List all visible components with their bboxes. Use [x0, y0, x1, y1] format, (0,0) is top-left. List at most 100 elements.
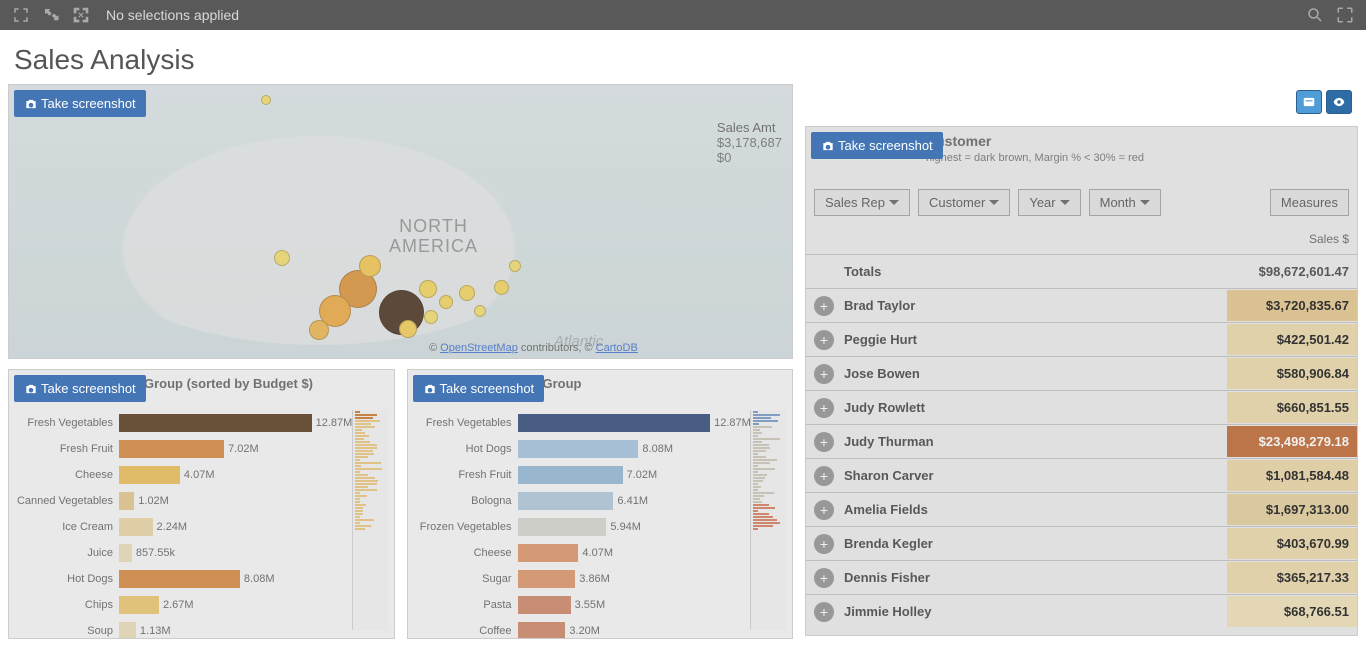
row-name: Brenda Kegler: [844, 536, 1227, 551]
bar-label: Fresh Vegetables: [15, 417, 119, 429]
expand-icon[interactable]: +: [814, 330, 834, 350]
cartodb-link[interactable]: CartoDB: [596, 342, 638, 354]
bar-label: Fresh Vegetables: [414, 417, 518, 429]
chart-minimap-2[interactable]: [750, 410, 786, 630]
bar-row[interactable]: Hot Dogs8.08M: [414, 436, 743, 462]
totals-label: Totals: [844, 264, 1219, 279]
expand-icon[interactable]: +: [814, 296, 834, 316]
bar: 7.02M: [119, 440, 224, 458]
row-name: Jimmie Holley: [844, 604, 1227, 619]
expand-icon[interactable]: +: [814, 602, 834, 622]
row-name: Sharon Carver: [844, 468, 1227, 483]
bar: 3.55M: [518, 596, 571, 614]
bar-value: 4.07M: [582, 544, 613, 562]
row-value: $1,697,313.00: [1227, 494, 1357, 525]
row-value: $1,081,584.48: [1227, 460, 1357, 491]
bar-row[interactable]: Sugar3.86M: [414, 566, 743, 592]
expand-icon[interactable]: +: [814, 500, 834, 520]
table-row[interactable]: +Jose Bowen$580,906.84: [806, 356, 1357, 390]
table-row[interactable]: + Jimmie Holley$68,766.51: [806, 594, 1357, 628]
screenshot-button-map[interactable]: Take screenshot: [14, 90, 146, 117]
chart-budget-sorted[interactable]: Group (sorted by Budget $) Fresh Vegetab…: [8, 369, 395, 639]
expand-icon[interactable]: +: [814, 534, 834, 554]
bar-label: Juice: [15, 547, 119, 559]
expand-icon[interactable]: +: [814, 432, 834, 452]
dim-year[interactable]: Year: [1018, 189, 1080, 216]
bar-row[interactable]: Coffee3.20M: [414, 618, 743, 639]
bar-row[interactable]: Fresh Fruit7.02M: [15, 436, 344, 462]
screenshot-button-chart2[interactable]: Take screenshot: [413, 375, 545, 402]
north-america-label: NORTH AMERICA: [389, 217, 478, 257]
chart-group[interactable]: Group Fresh Vegetables12.87MHot Dogs8.08…: [407, 369, 794, 639]
bar: 3.20M: [518, 622, 566, 639]
screenshot-button-table[interactable]: Take screenshot: [811, 132, 943, 159]
search-icon[interactable]: [1302, 4, 1328, 26]
table-row[interactable]: + Sharon Carver$1,081,584.48: [806, 458, 1357, 492]
bar-row[interactable]: Fresh Vegetables12.87M: [414, 410, 743, 436]
bar-label: Chips: [15, 599, 119, 611]
bar-row[interactable]: Cheese4.07M: [414, 540, 743, 566]
bar-row[interactable]: Juice857.55k: [15, 540, 344, 566]
selection-back-icon[interactable]: [8, 4, 34, 26]
bar: 8.08M: [518, 440, 639, 458]
topbar: No selections applied: [0, 0, 1366, 30]
measures-button[interactable]: Measures: [1270, 189, 1349, 216]
chart-minimap-1[interactable]: [352, 410, 388, 630]
bar-row[interactable]: Canned Vegetables1.02M: [15, 488, 344, 514]
bar-label: Hot Dogs: [414, 443, 518, 455]
bar-row[interactable]: Bologna6.41M: [414, 488, 743, 514]
bar-row[interactable]: Frozen Vegetables5.94M: [414, 514, 743, 540]
bar: 2.24M: [119, 518, 153, 536]
bar-row[interactable]: Hot Dogs8.08M: [15, 566, 344, 592]
bar: 2.67M: [119, 596, 159, 614]
bar-row[interactable]: Pasta3.55M: [414, 592, 743, 618]
table-row[interactable]: +Judy Thurman$23,498,279.18: [806, 424, 1357, 458]
table-subtitle: highest = dark brown, Margin % < 30% = r…: [926, 152, 1144, 164]
fullscreen-icon[interactable]: [1332, 4, 1358, 26]
bar: 12.87M: [518, 414, 711, 432]
table-row[interactable]: +Brenda Kegler$403,670.99: [806, 526, 1357, 560]
bar-value: 7.02M: [228, 440, 259, 458]
row-name: Dennis Fisher: [844, 570, 1227, 585]
dim-sales-rep[interactable]: Sales Rep: [814, 189, 910, 216]
selection-clear-icon[interactable]: [68, 4, 94, 26]
expand-icon[interactable]: +: [814, 466, 834, 486]
expand-icon[interactable]: +: [814, 568, 834, 588]
bar: 1.13M: [119, 622, 136, 639]
bar-label: Ice Cream: [15, 521, 119, 533]
table-row[interactable]: +Peggie Hurt$422,501.42: [806, 322, 1357, 356]
screenshot-button-chart1[interactable]: Take screenshot: [14, 375, 146, 402]
table-row[interactable]: +Brad Taylor$3,720,835.67: [806, 288, 1357, 322]
bar-value: 8.08M: [244, 570, 275, 588]
customer-table: Customer highest = dark brown, Margin % …: [805, 126, 1358, 636]
bar-label: Cheese: [15, 469, 119, 481]
dim-month[interactable]: Month: [1089, 189, 1161, 216]
table-row[interactable]: +Judy Rowlett$660,851.55: [806, 390, 1357, 424]
expand-icon[interactable]: +: [814, 364, 834, 384]
expand-icon[interactable]: +: [814, 398, 834, 418]
osm-link[interactable]: OpenStreetMap: [440, 342, 518, 354]
bar-label: Sugar: [414, 573, 518, 585]
bar-row[interactable]: Chips2.67M: [15, 592, 344, 618]
bar-value: 4.07M: [184, 466, 215, 484]
eye-view-icon[interactable]: [1326, 90, 1352, 114]
dim-customer[interactable]: Customer: [918, 189, 1010, 216]
bar-value: 3.20M: [569, 622, 600, 639]
bar-value: 1.02M: [138, 492, 169, 510]
bar-row[interactable]: Cheese 4.07M: [15, 462, 344, 488]
table-row[interactable]: +Amelia Fields$1,697,313.00: [806, 492, 1357, 526]
bar: 7.02M: [518, 466, 623, 484]
card-view-icon[interactable]: [1296, 90, 1322, 114]
map-panel[interactable]: NORTH AMERICA Atlantic: [8, 84, 793, 359]
bar-row[interactable]: Ice Cream2.24M: [15, 514, 344, 540]
col-sales[interactable]: Sales $: [1219, 232, 1349, 246]
row-value: $68,766.51: [1227, 596, 1357, 627]
bar-row[interactable]: Fresh Vegetables12.87M: [15, 410, 344, 436]
bar-row[interactable]: Soup1.13M: [15, 618, 344, 639]
column-headers: Sales $: [806, 224, 1357, 254]
table-row[interactable]: +Dennis Fisher$365,217.33: [806, 560, 1357, 594]
bar-value: 7.02M: [627, 466, 658, 484]
selection-forward-icon[interactable]: [38, 4, 64, 26]
bar-row[interactable]: Fresh Fruit7.02M: [414, 462, 743, 488]
bar: 3.86M: [518, 570, 576, 588]
